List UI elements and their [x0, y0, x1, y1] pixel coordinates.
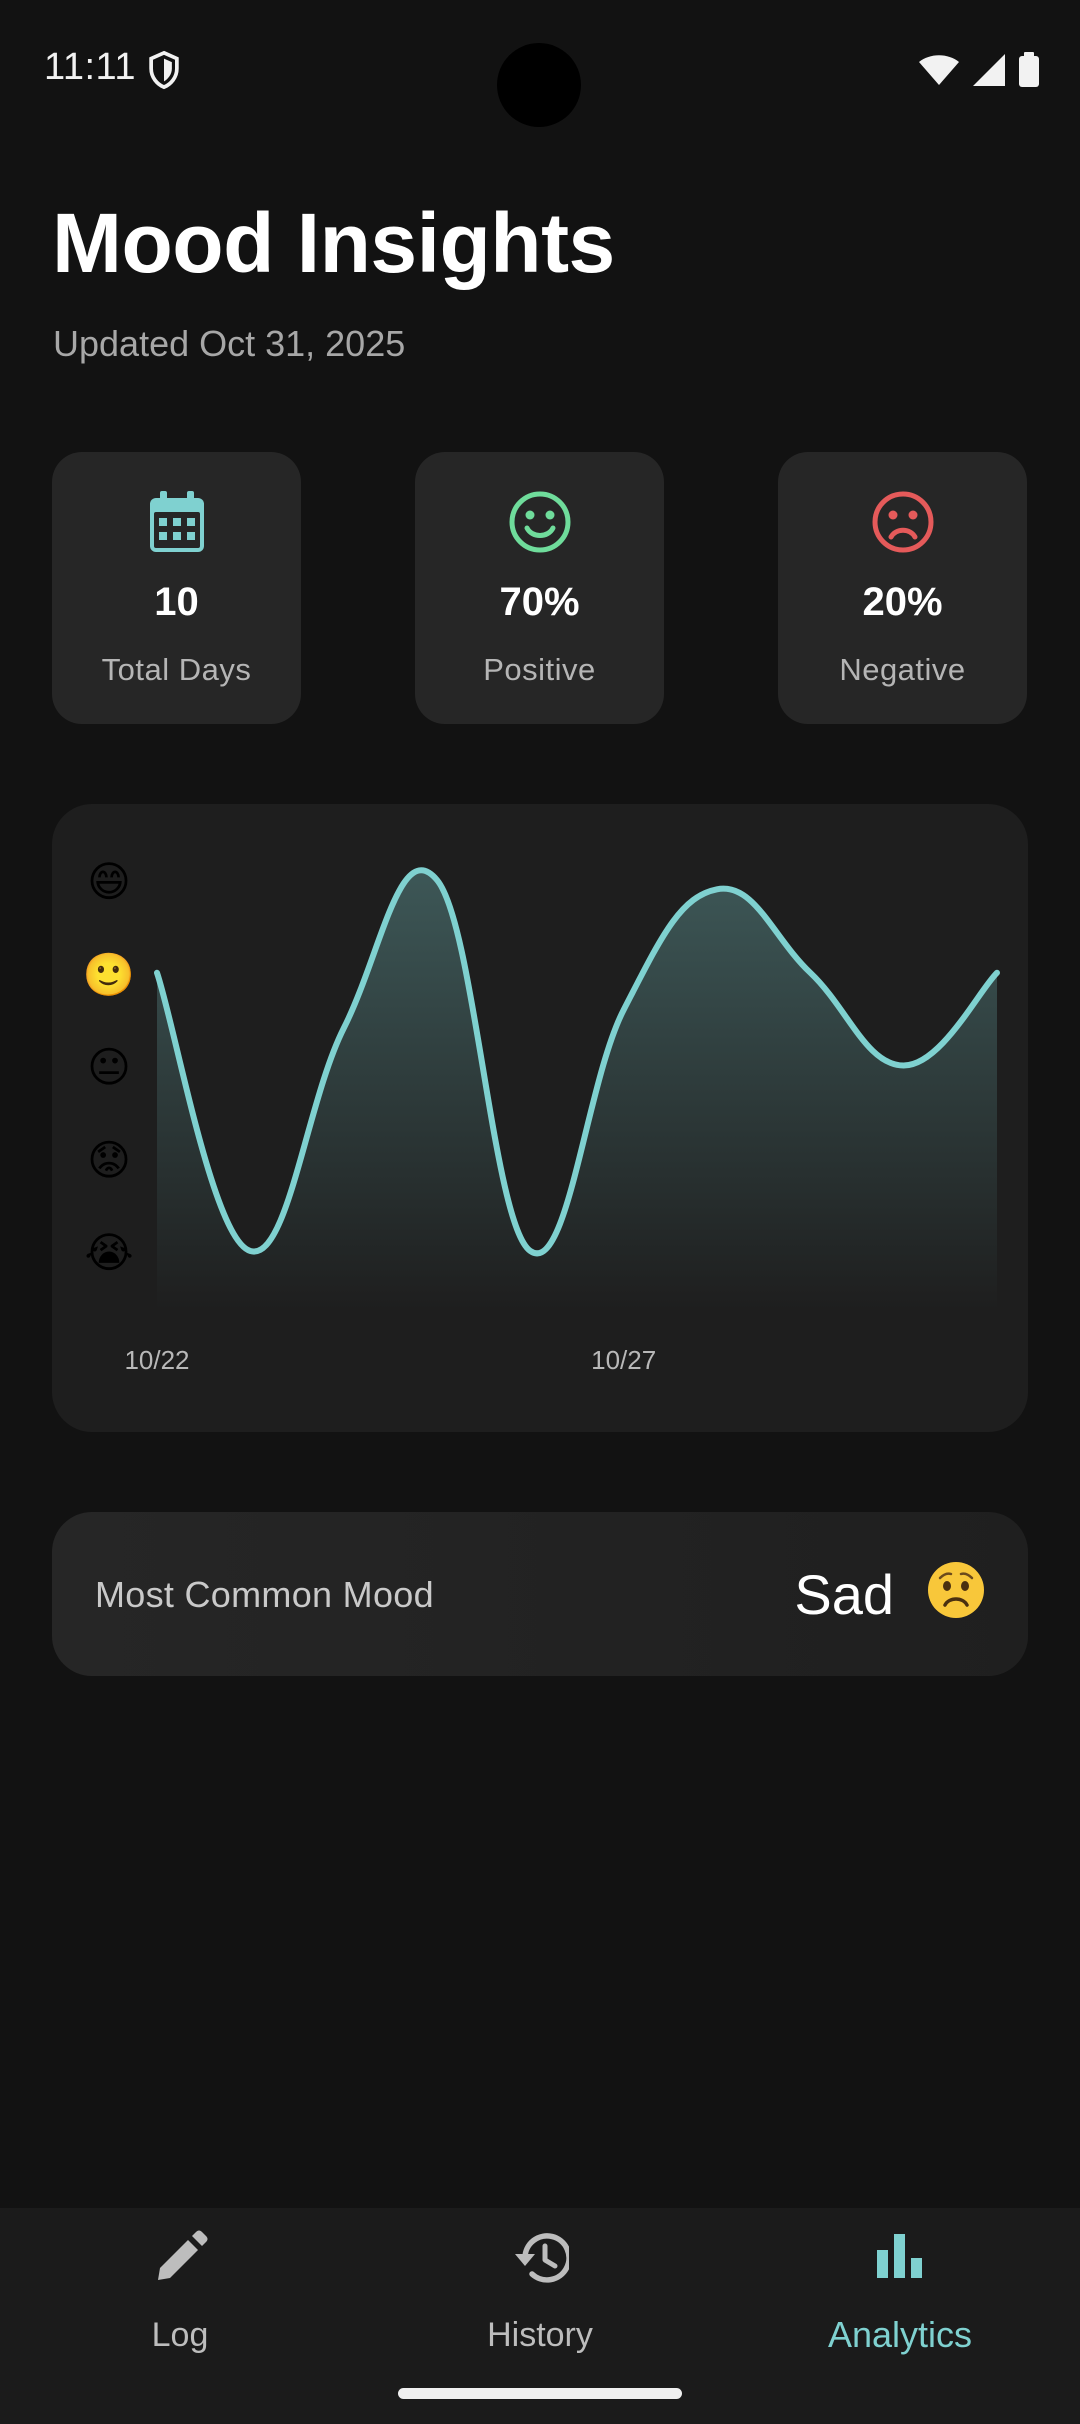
nav-item-analytics[interactable]: Analytics: [720, 2208, 1080, 2424]
stat-label: Positive: [483, 652, 596, 687]
most-common-mood-value: Sad: [794, 1563, 894, 1626]
stat-label: Negative: [839, 652, 966, 687]
stat-card-positive: 70% Positive: [415, 452, 664, 724]
wifi-icon: [919, 55, 959, 85]
sad-face-emoji: [928, 1562, 984, 1618]
frown-icon: [872, 491, 933, 553]
mood-line-chart: 😄 🙂 😐 😟 😭 10/22 10/27: [83, 857, 1000, 1375]
status-time: 11:11: [44, 46, 136, 88]
history-icon: [515, 2233, 569, 2283]
bar-chart-icon: [877, 2234, 922, 2278]
nav-item-log[interactable]: Log: [0, 2208, 360, 2424]
status-bar: 11:11: [0, 0, 1080, 140]
smile-icon: [509, 491, 570, 553]
stat-label: Total Days: [101, 652, 252, 687]
stat-value: 70%: [499, 580, 580, 624]
stat-value: 20%: [862, 580, 943, 624]
nav-label: Log: [151, 2316, 209, 2354]
y-axis-mood-label: 😄: [87, 857, 131, 906]
y-axis-mood-label: 😐: [87, 1043, 131, 1092]
pencil-icon: [158, 2230, 208, 2280]
status-icons: [918, 52, 1040, 88]
stat-value: 10: [154, 580, 199, 624]
mood-area-fill: [157, 870, 997, 1312]
page-title: Mood Insights: [52, 196, 615, 290]
stat-card-negative: 20% Negative: [778, 452, 1027, 724]
y-axis-mood-label: 😭: [84, 1228, 133, 1277]
signal-icon: [973, 54, 1005, 86]
mood-chart-card: 😄 🙂 😐 😟 😭 10/22 10/27: [52, 804, 1028, 1432]
y-axis-mood-label: 😟: [87, 1135, 131, 1184]
home-indicator: [398, 2388, 682, 2399]
stat-card-total-days: 10 Total Days: [52, 452, 301, 724]
shield-icon: [149, 50, 179, 90]
page-subtitle: Updated Oct 31, 2025: [53, 323, 406, 364]
x-axis-tick-label: 10/22: [124, 1345, 189, 1375]
calendar-icon: [149, 491, 204, 552]
nav-label: Analytics: [827, 2314, 973, 2355]
x-axis-tick-label: 10/27: [591, 1345, 656, 1375]
camera-cutout: [497, 43, 581, 127]
battery-icon: [1019, 52, 1039, 87]
most-common-label: Most Common Mood: [95, 1574, 434, 1615]
nav-label: History: [487, 2316, 593, 2354]
most-common-mood-card: Most Common Mood Sad: [52, 1512, 1028, 1676]
y-axis-mood-label: 🙂: [83, 950, 135, 999]
